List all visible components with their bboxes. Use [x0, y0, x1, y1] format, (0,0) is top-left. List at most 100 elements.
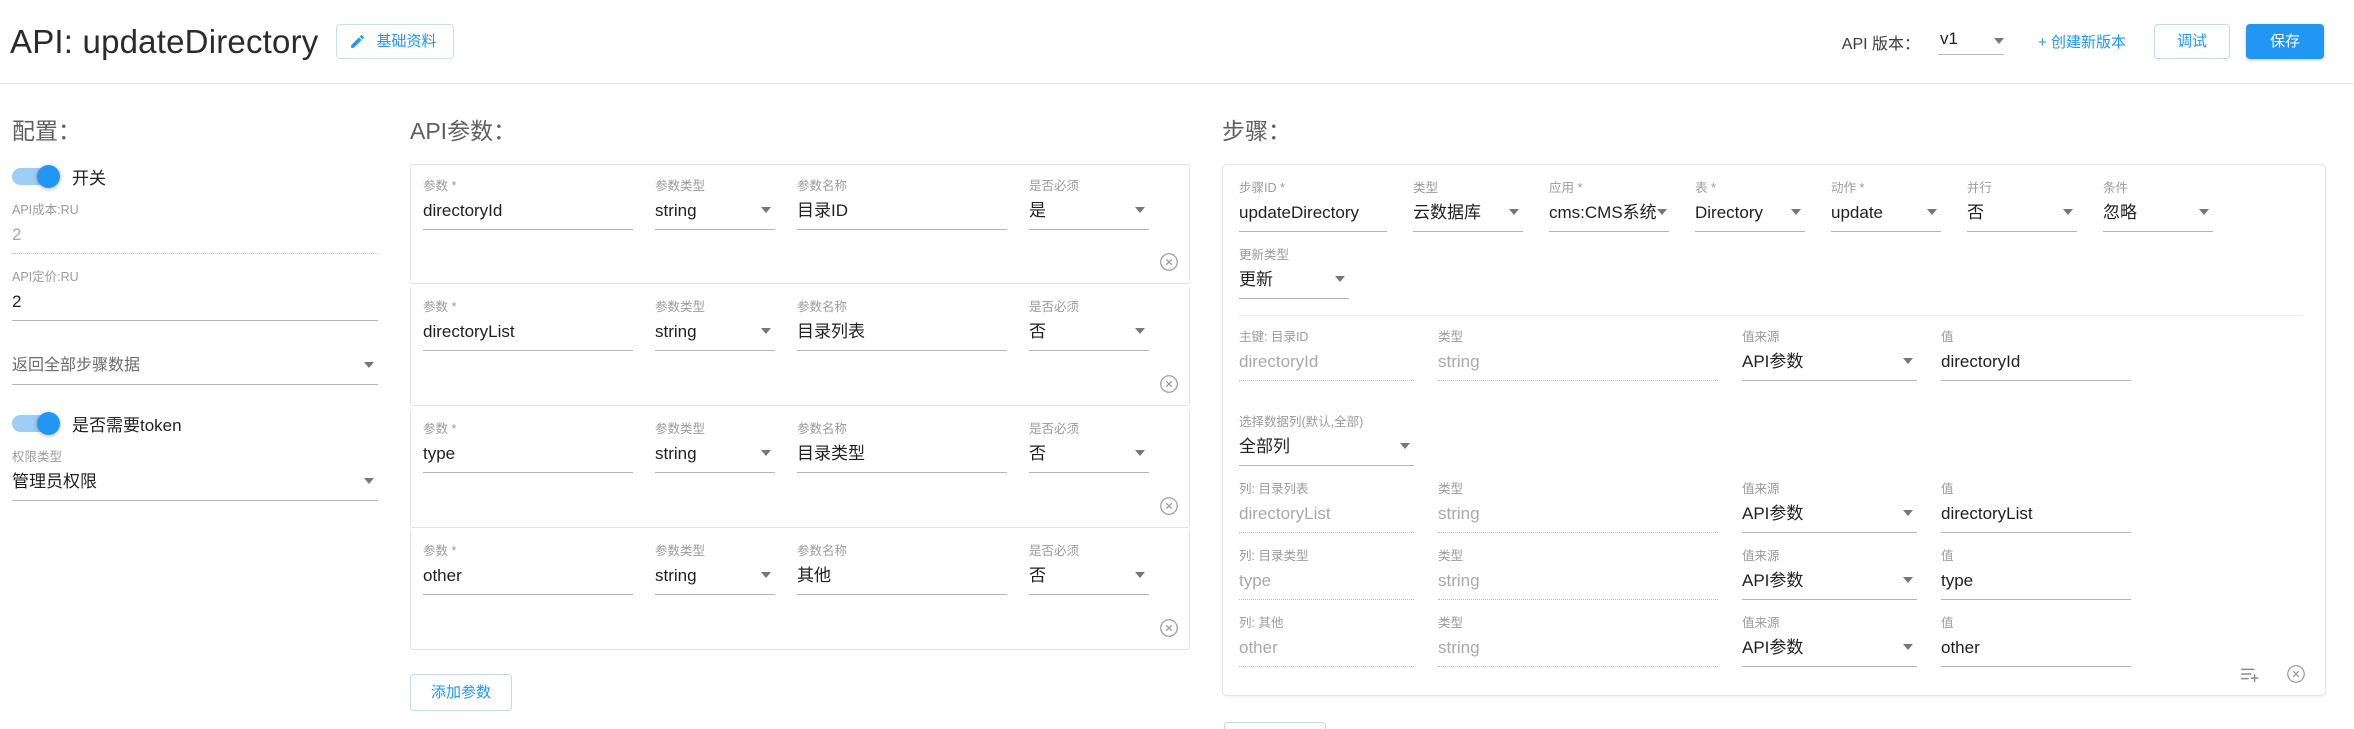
param-name-field[interactable]: 参数 * directoryId [423, 179, 633, 230]
enable-switch-toggle[interactable] [12, 165, 60, 188]
param-required-field[interactable]: 是否必须 是 [1029, 179, 1149, 230]
step-type-field[interactable]: 类型 云数据库 [1413, 181, 1523, 232]
param-type-label: 参数类型 [655, 300, 706, 314]
param-display-field[interactable]: 参数名称 目录类型 [797, 422, 1007, 473]
param-type-field[interactable]: 参数类型 string [655, 544, 775, 595]
step-type-select[interactable]: 云数据库 [1413, 202, 1523, 232]
column-value-label: 值 [1941, 616, 1954, 630]
param-required-select[interactable]: 否 [1029, 565, 1149, 595]
column-source-select[interactable]: API参数 [1742, 570, 1917, 600]
step-table-field[interactable]: 表 * Directory [1695, 181, 1805, 232]
add-param-button[interactable]: 添加参数 [410, 674, 513, 711]
delete-param-button[interactable] [1158, 373, 1180, 395]
column-value-field[interactable]: 值 directoryList [1941, 482, 2131, 533]
param-type-select[interactable]: string [655, 443, 775, 473]
column-source-label: 值来源 [1742, 549, 1780, 563]
column-value-field[interactable]: 值 type [1941, 549, 2131, 600]
param-type-field[interactable]: 参数类型 string [655, 300, 775, 351]
delete-step-icon[interactable] [2285, 663, 2307, 685]
column-name-field: 列: 其他 other [1239, 616, 1414, 667]
add-step-button[interactable]: 添加步骤 [1224, 722, 1327, 729]
update-type-label: 更新类型 [1239, 248, 1290, 262]
column-source-select[interactable]: API参数 [1742, 637, 1917, 667]
param-required-select[interactable]: 否 [1029, 443, 1149, 473]
step-condition-select[interactable]: 忽略 [2103, 202, 2213, 232]
column-value-input: directoryList [1941, 503, 2131, 533]
token-required-toggle[interactable] [12, 412, 60, 435]
return-all-steps-select[interactable]: 返回全部步骤数据 [12, 355, 378, 385]
column-value-label: 值 [1941, 482, 1954, 496]
return-all-steps-control[interactable]: 返回全部步骤数据 [12, 355, 378, 385]
delete-param-button[interactable] [1158, 251, 1180, 273]
delete-param-button[interactable] [1158, 495, 1180, 517]
param-required-label: 是否必须 [1029, 544, 1080, 558]
param-display-value: 目录列表 [797, 321, 1007, 351]
param-required-select[interactable]: 否 [1029, 321, 1149, 351]
step-parallel-select[interactable]: 否 [1967, 202, 2077, 232]
chevron-down-icon [1656, 209, 1667, 215]
primary-key-source-select[interactable]: API参数 [1742, 351, 1917, 381]
column-type-label: 类型 [1438, 549, 1464, 563]
api-version-select[interactable]: v1 [1938, 29, 2005, 55]
chevron-down-icon [364, 362, 374, 368]
param-type-value: string [655, 201, 697, 220]
param-display-field[interactable]: 参数名称 其他 [797, 544, 1007, 595]
param-required-field[interactable]: 是否必须 否 [1029, 300, 1149, 351]
column-value-field[interactable]: 值 other [1941, 616, 2131, 667]
auth-type-field[interactable]: 权限类型 管理员权限 [12, 450, 378, 501]
column-source-field[interactable]: 值来源 API参数 [1742, 549, 1917, 600]
column-source-field[interactable]: 值来源 API参数 [1742, 616, 1917, 667]
step-table-label: 表 * [1695, 181, 1716, 195]
column-select-dropdown[interactable]: 全部列 [1239, 436, 1414, 466]
delete-param-button[interactable] [1158, 617, 1180, 639]
column-select-field[interactable]: 选择数据列(默认,全部) 全部列 [1239, 415, 1414, 466]
debug-button[interactable]: 调试 [2153, 24, 2230, 59]
param-display-field[interactable]: 参数名称 目录列表 [797, 300, 1007, 351]
step-type-value: 云数据库 [1413, 203, 1481, 222]
step-app-select[interactable]: cms:CMS系统 [1549, 202, 1669, 232]
step-table-value: Directory [1695, 203, 1764, 222]
column-source-select[interactable]: API参数 [1742, 503, 1917, 533]
param-display-label: 参数名称 [797, 422, 848, 436]
playlist-add-icon[interactable] [2239, 663, 2261, 685]
param-type-select[interactable]: string [655, 565, 775, 595]
param-type-select[interactable]: string [655, 321, 775, 351]
step-app-field[interactable]: 应用 * cms:CMS系统 [1549, 181, 1669, 232]
auth-type-select[interactable]: 管理员权限 [12, 471, 378, 501]
param-name-field[interactable]: 参数 * type [423, 422, 633, 473]
param-name-label: 参数 * [423, 544, 457, 558]
step-id-field[interactable]: 步骤ID * updateDirectory [1239, 181, 1387, 232]
param-type-field[interactable]: 参数类型 string [655, 422, 775, 473]
api-price-field[interactable]: API定价:RU 2 [12, 270, 378, 321]
param-display-field[interactable]: 参数名称 目录ID [797, 179, 1007, 230]
token-required-label: 是否需要token [72, 416, 182, 435]
create-new-version-link[interactable]: + 创建新版本 [2038, 31, 2126, 52]
step-action-select[interactable]: update [1831, 202, 1941, 232]
step-parallel-field[interactable]: 并行 否 [1967, 181, 2077, 232]
param-name-field[interactable]: 参数 * other [423, 544, 633, 595]
column-source-field[interactable]: 值来源 API参数 [1742, 482, 1917, 533]
step-action-field[interactable]: 动作 * update [1831, 181, 1941, 232]
param-name-field[interactable]: 参数 * directoryList [423, 300, 633, 351]
column-type-field: 类型 string [1438, 549, 1718, 600]
param-required-field[interactable]: 是否必须 否 [1029, 422, 1149, 473]
column-value-input: other [1941, 637, 2131, 667]
step-table-select[interactable]: Directory [1695, 202, 1805, 232]
api-cost-field[interactable]: API成本:RU 2 [12, 203, 378, 254]
param-name-label: 参数 * [423, 300, 457, 314]
primary-key-valuefield[interactable]: 值 directoryId [1941, 330, 2131, 381]
param-type-select[interactable]: string [655, 200, 775, 230]
basic-info-button[interactable]: 基础资料 [336, 24, 454, 59]
step-condition-field[interactable]: 条件 忽略 [2103, 181, 2213, 232]
update-type-field[interactable]: 更新类型 更新 [1239, 248, 1349, 299]
column-mapping-row: 列: 其他 other 类型 string 值来源 API参数 值 other [1239, 616, 2303, 683]
save-button[interactable]: 保存 [2245, 24, 2324, 59]
param-type-field[interactable]: 参数类型 string [655, 179, 775, 230]
primary-key-source-field[interactable]: 值来源 API参数 [1742, 330, 1917, 381]
primary-key-value: directoryId [1239, 351, 1414, 381]
update-type-select[interactable]: 更新 [1239, 269, 1349, 299]
param-required-select[interactable]: 是 [1029, 200, 1149, 230]
chevron-down-icon [1335, 276, 1345, 282]
return-all-steps-label: 返回全部步骤数据 [12, 357, 141, 374]
param-required-field[interactable]: 是否必须 否 [1029, 544, 1149, 595]
